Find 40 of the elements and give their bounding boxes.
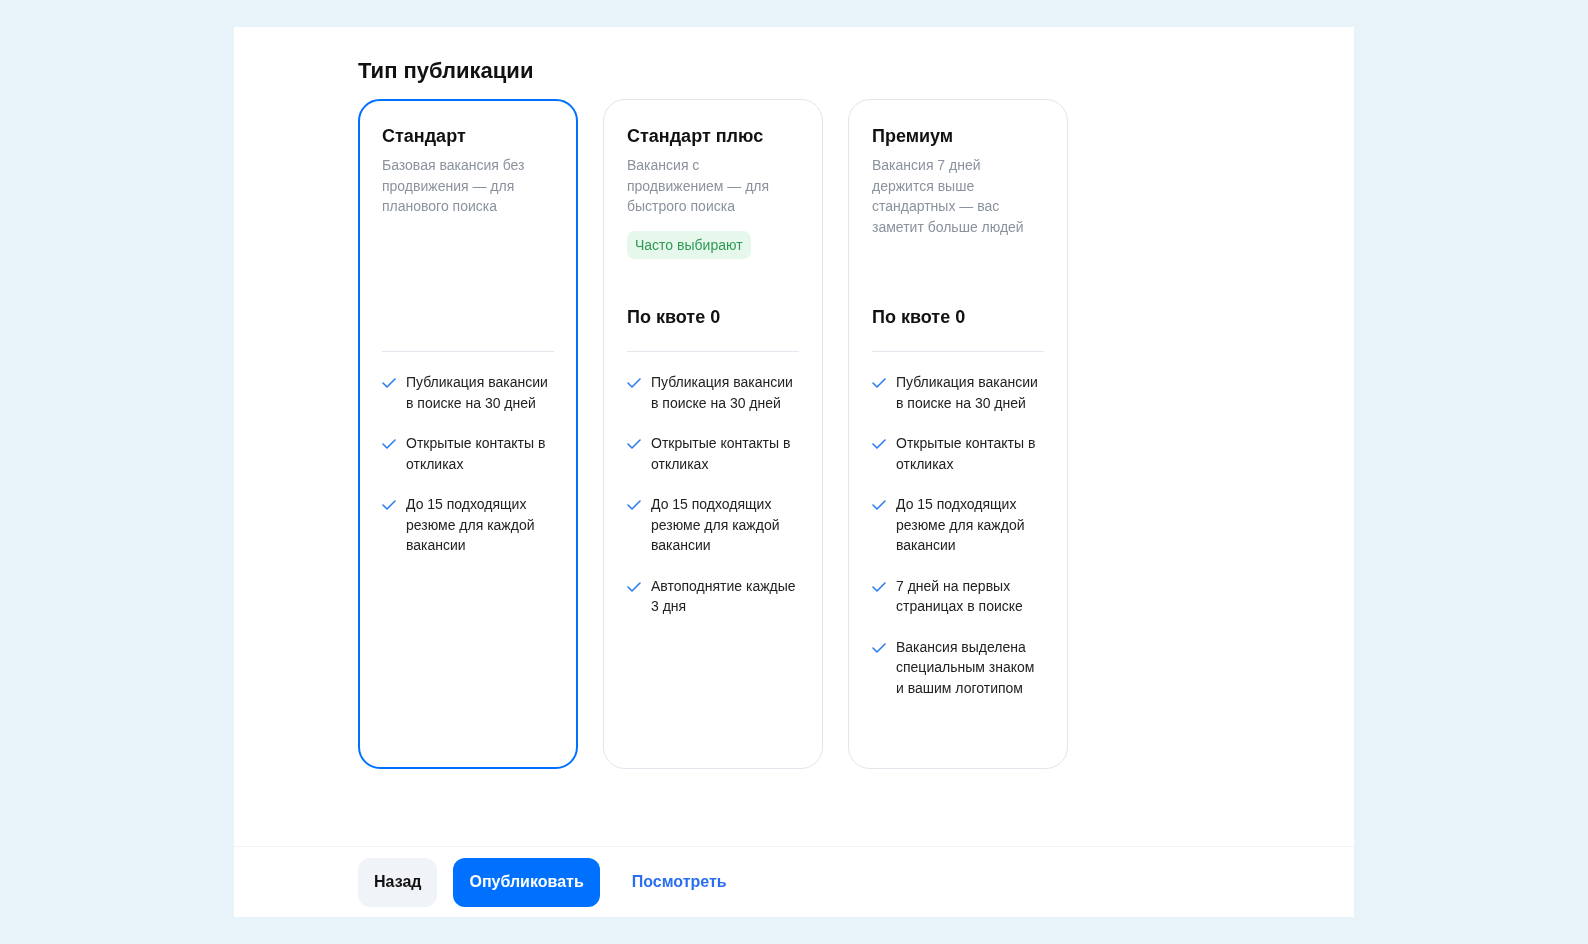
feature-text: Вакансия выделена специальным знаком и вашим логотипом bbox=[896, 637, 1036, 698]
preview-link[interactable]: Посмотреть bbox=[615, 857, 743, 907]
plan-description: Вакансия 7 дней держится выше стандартных — вас заметит больше людей bbox=[872, 156, 1025, 237]
popular-badge: Часто выбирают bbox=[627, 230, 751, 259]
feature-text: Публикация вакансии в поиске на 30 дней bbox=[406, 373, 549, 413]
feature-text: До 15 подходящих резюме для каждой вакансии bbox=[406, 495, 536, 555]
feature-text: До 15 подходящих резюме для каждой вакансии bbox=[651, 495, 781, 555]
feature-text: До 15 подходящих резюме для каждой вакансии bbox=[896, 495, 1026, 555]
plan-card[interactable] bbox=[848, 99, 1068, 769]
check-icon bbox=[627, 500, 641, 510]
quota-label: По квоте 0 bbox=[872, 306, 967, 329]
feature-text: Открытые контакты в откликах bbox=[651, 434, 792, 474]
check-icon bbox=[627, 439, 641, 449]
plan-card[interactable] bbox=[603, 99, 823, 769]
feature-text: Открытые контакты в откликах bbox=[896, 434, 1037, 474]
feature-text: 7 дней на первых страницах в поиске bbox=[896, 576, 1024, 616]
check-icon bbox=[382, 378, 396, 388]
plan-description: Базовая вакансия без продвижения — для планового поиска bbox=[382, 156, 526, 216]
check-icon bbox=[382, 439, 396, 449]
check-icon bbox=[872, 500, 886, 510]
plan-title: Стандарт bbox=[382, 125, 467, 148]
check-icon bbox=[382, 500, 396, 510]
plan-title: Стандарт плюс bbox=[627, 125, 765, 148]
check-icon bbox=[872, 642, 886, 653]
section-title: Тип публикации bbox=[358, 57, 535, 85]
check-icon bbox=[627, 378, 641, 388]
feature-text: Публикация вакансии в поиске на 30 дней bbox=[651, 373, 794, 413]
publish-button[interactable]: Опубликовать bbox=[453, 857, 600, 907]
check-icon bbox=[872, 581, 886, 592]
quota-label: По квоте 0 bbox=[627, 306, 722, 329]
back-button[interactable]: Назад bbox=[358, 857, 438, 907]
check-icon bbox=[872, 439, 886, 449]
feature-text: Автоподнятие каждые 3 дня bbox=[651, 576, 797, 616]
plan-description: Вакансия с продвижением — для быстрого поиска bbox=[627, 156, 771, 216]
plan-title: Премиум bbox=[872, 125, 955, 148]
check-icon bbox=[627, 581, 641, 592]
feature-text: Открытые контакты в откликах bbox=[406, 434, 547, 474]
check-icon bbox=[872, 378, 886, 388]
feature-text: Публикация вакансии в поиске на 30 дней bbox=[896, 373, 1039, 413]
plan-card[interactable]: Стандарт Базовая вакансия без продвижения — для планового поиска Публикация вакансии в поиске на 30 дней Открытые контакты в откликах До 15 подходящих резюме для каждой вакансии bbox=[358, 99, 578, 769]
